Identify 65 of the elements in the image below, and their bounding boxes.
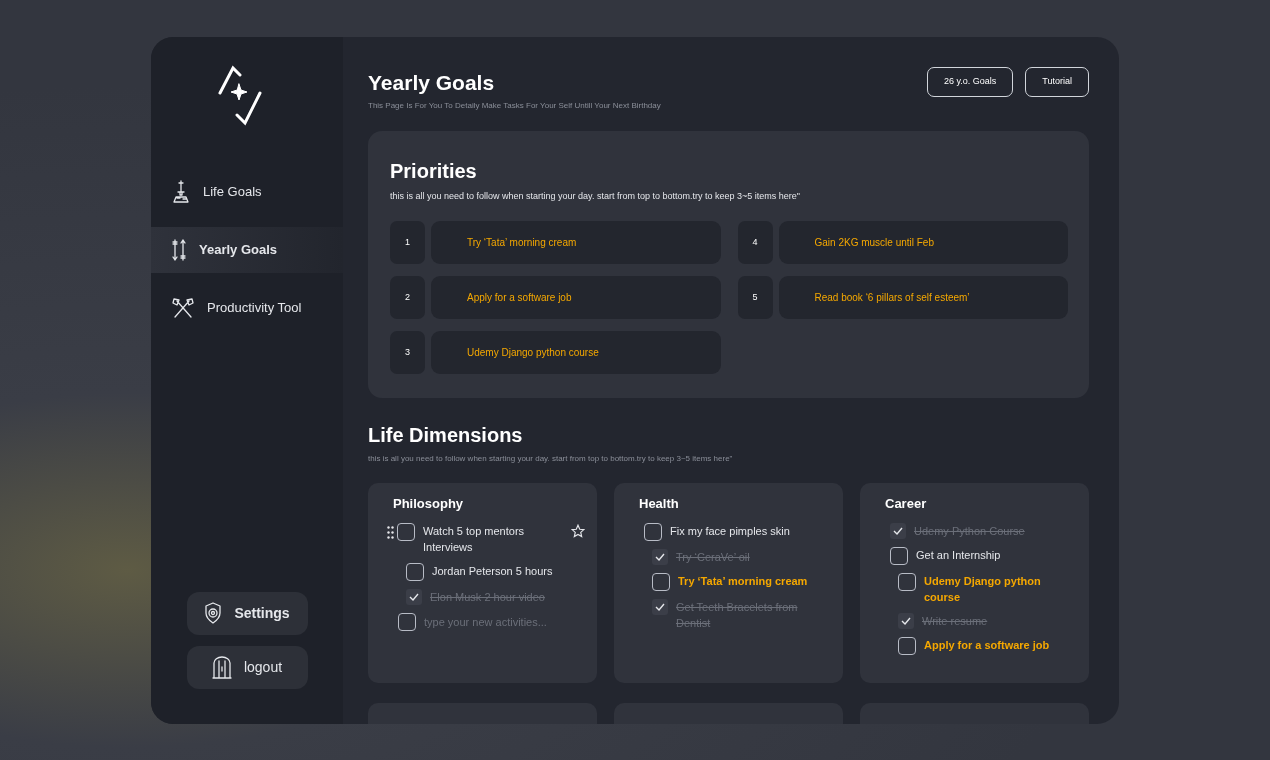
nav-item[interactable]: Productivity Tool: [151, 284, 343, 331]
card-title: Career: [885, 495, 928, 513]
door-icon: [211, 655, 232, 679]
crossed-axes-icon: [171, 296, 195, 319]
task-text: Write resume: [922, 614, 989, 629]
checkbox[interactable]: [406, 563, 424, 581]
task-text: Watch 5 top mentors Interviews: [423, 524, 526, 555]
task-text: Udemy Django python course: [924, 574, 1042, 605]
nav-item[interactable]: Yearly Goals: [151, 226, 343, 273]
header-button[interactable]: Tutorial: [1025, 66, 1089, 97]
task-text: Fix my face pimples skin: [670, 524, 791, 539]
task-text: Udemy Python Course: [914, 524, 1026, 539]
shield-icon: [204, 602, 223, 624]
checked-checkbox[interactable]: [406, 589, 422, 605]
priority-item[interactable]: Try ‘Tata’ morning cream: [431, 221, 721, 264]
priority-number: 3: [390, 331, 425, 374]
task-text: Get Teeth Bracelets from Dentist: [676, 600, 799, 631]
section-title: Life Dimensions: [368, 423, 524, 448]
card-title: Philosophy: [393, 495, 465, 513]
task-text: Jordan Peterson 5 hours: [432, 564, 554, 579]
checked-checkbox[interactable]: [652, 549, 668, 565]
logo-icon: [217, 64, 263, 127]
checkbox[interactable]: [898, 637, 916, 655]
task-text: Apply for a software job: [924, 638, 1051, 653]
checked-checkbox[interactable]: [890, 523, 906, 539]
section-description: this is all you need to follow when starting your day. start from top to bottom.try to keep 3~5 items here": [368, 453, 734, 465]
sword-icon: [171, 179, 191, 204]
checkbox[interactable]: [644, 523, 662, 541]
priority-item[interactable]: Gain 2KG muscle until Feb: [778, 221, 1068, 264]
check-icon: [655, 553, 665, 561]
sidebar-button[interactable]: Settings: [186, 591, 308, 635]
checked-checkbox[interactable]: [898, 613, 914, 629]
task-text: Elon Musk 2 hour video: [430, 590, 546, 605]
check-icon: [893, 527, 903, 535]
priority-number: 5: [737, 276, 773, 319]
checkbox[interactable]: [890, 547, 908, 565]
checkbox[interactable]: [898, 573, 916, 591]
priority-item[interactable]: Read book ‘6 pillars of self esteem’: [778, 276, 1068, 319]
task-text: Get an Internship: [916, 548, 1002, 563]
page-title: Yearly Goals: [368, 69, 496, 96]
check-icon: [901, 617, 911, 625]
header-button[interactable]: 26 y.o. Goals: [926, 66, 1014, 97]
checkbox[interactable]: [652, 573, 670, 591]
checkbox[interactable]: [397, 523, 415, 541]
priority-item[interactable]: Udemy Django python course: [431, 331, 721, 374]
priority-number: 1: [390, 221, 425, 264]
new-activity-field[interactable]: type your new activities...: [424, 613, 574, 631]
check-icon: [409, 593, 419, 601]
task-text: Try ‘Tata’ morning cream: [678, 574, 809, 589]
card-title: Health: [639, 495, 680, 513]
priority-number: 2: [390, 276, 425, 319]
section-description: this is all you need to follow when starting your day. start from top to bottom.try to keep 3~5 items here": [390, 189, 801, 203]
priority-number: 4: [737, 221, 773, 264]
page-subtitle: This Page Is For You To Detaily Make Tasks For Your Self Untill Your Next Birthday: [368, 99, 661, 112]
drag-handle-icon[interactable]: [387, 526, 394, 539]
checked-checkbox[interactable]: [652, 599, 668, 615]
check-icon: [655, 603, 665, 611]
sidebar-button[interactable]: logout: [186, 645, 308, 689]
star-icon[interactable]: [571, 524, 585, 538]
checkbox[interactable]: [398, 613, 416, 631]
priority-item[interactable]: Apply for a software job: [431, 276, 721, 319]
arrows-icon: [171, 237, 187, 262]
task-text: Try ‘CeraVe’ oil: [676, 550, 751, 565]
section-title: Priorities: [390, 158, 478, 184]
nav-item[interactable]: Life Goals: [151, 168, 343, 215]
